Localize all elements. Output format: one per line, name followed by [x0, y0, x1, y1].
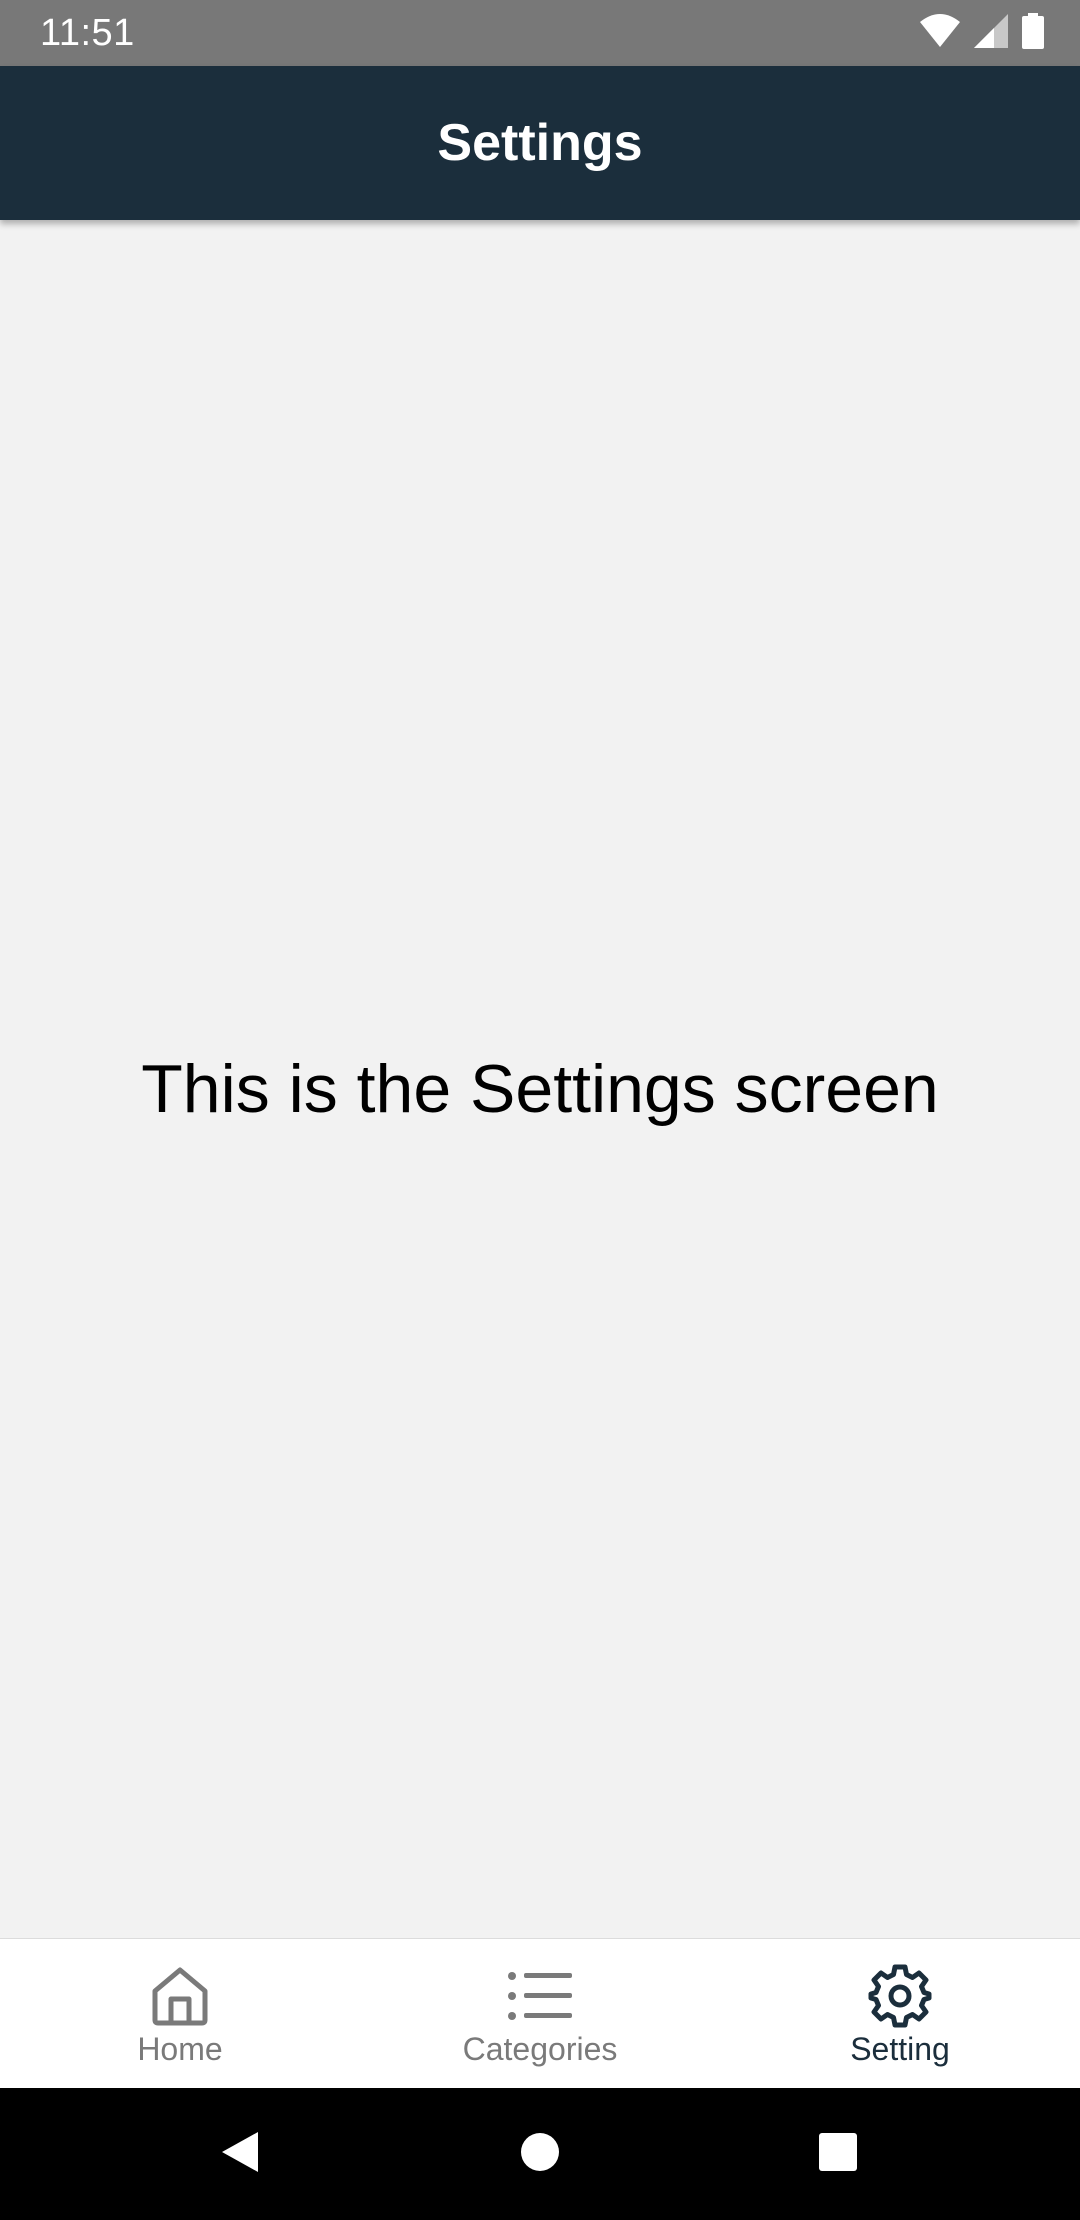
settings-screen: 11:51 Settings This is the Settings scre… [0, 0, 1080, 2220]
nav-item-home[interactable]: Home [0, 1939, 360, 2088]
cell-signal-icon [974, 13, 1008, 53]
nav-label-setting: Setting [850, 2031, 950, 2067]
gear-icon [867, 1963, 933, 2029]
battery-icon [1022, 12, 1044, 54]
app-bar: Settings [0, 66, 1080, 220]
nav-label-home: Home [137, 2031, 223, 2067]
home-circle-icon [520, 2132, 560, 2177]
wifi-icon [920, 13, 960, 53]
bottom-navigation: Home Categories Setting [0, 1938, 1080, 2088]
system-navigation-bar [0, 2088, 1080, 2220]
home-system-button[interactable] [480, 2088, 600, 2220]
page-title: Settings [437, 114, 643, 172]
nav-item-categories[interactable]: Categories [360, 1939, 720, 2088]
settings-message: This is the Settings screen [141, 1051, 939, 1127]
content-area: This is the Settings screen [0, 220, 1080, 1938]
nav-label-categories: Categories [462, 2031, 618, 2067]
home-icon [147, 1963, 213, 2029]
nav-item-setting[interactable]: Setting [720, 1939, 1080, 2088]
recents-button[interactable] [778, 2088, 898, 2220]
status-time: 11:51 [40, 12, 135, 54]
back-icon [220, 2130, 260, 2179]
list-icon [507, 1963, 573, 2029]
recents-icon [818, 2132, 858, 2177]
status-icons [920, 0, 1044, 66]
status-bar: 11:51 [0, 0, 1080, 66]
back-button[interactable] [180, 2088, 300, 2220]
